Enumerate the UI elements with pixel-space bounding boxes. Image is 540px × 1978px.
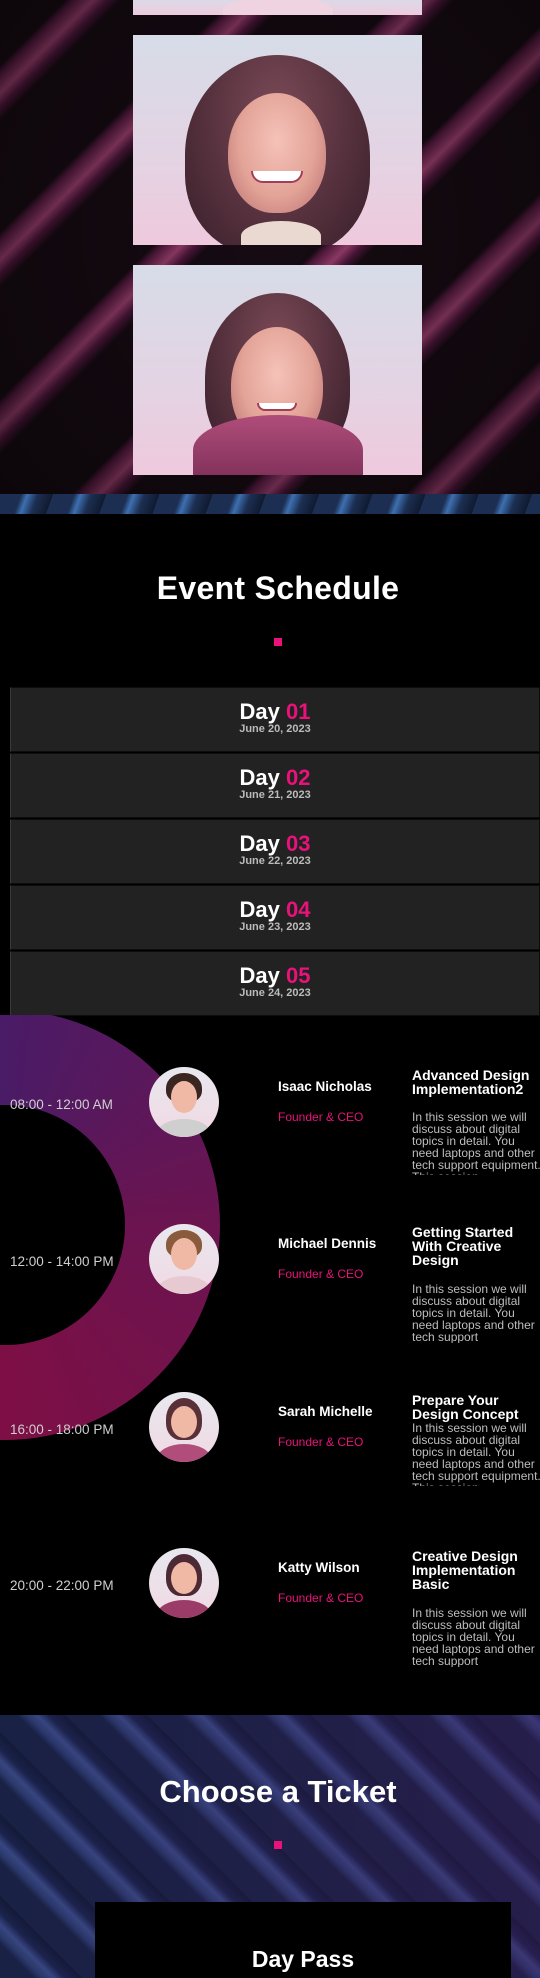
tab-day-02[interactable]: Day 02 June 21, 2023 (10, 753, 540, 818)
day-label: Day (239, 831, 280, 856)
speaker-avatar[interactable] (149, 1067, 219, 1137)
tab-day-04[interactable]: Day 04 June 23, 2023 (10, 885, 540, 950)
session-time: 16:00 - 18:00 PM (10, 1422, 114, 1437)
session-title: Creative Design Implementation Basic (412, 1548, 518, 1592)
speaker-role: Founder & CEO (278, 1435, 364, 1449)
speaker-photo-partial[interactable] (133, 0, 422, 15)
day-number: 02 (286, 765, 311, 790)
day-date: June 20, 2023 (239, 723, 311, 735)
speaker-photo[interactable] (133, 265, 422, 475)
day-date: June 24, 2023 (239, 987, 311, 999)
tickets-section: Choose a Ticket Day Pass (0, 1715, 540, 1978)
day-label: Day (239, 963, 280, 988)
day-number: 01 (286, 699, 311, 724)
speaker-role: Founder & CEO (278, 1591, 364, 1605)
session-description: In this session we will discuss about di… (412, 1283, 535, 1343)
day-label: Day (239, 699, 280, 724)
title-accent-dot (274, 638, 282, 646)
day-number: 05 (286, 963, 311, 988)
speaker-name[interactable]: Isaac Nicholas (278, 1079, 372, 1094)
day-number: 04 (286, 897, 311, 922)
hero-bottom-stripe (0, 494, 540, 514)
speaker-photo[interactable] (133, 35, 422, 245)
speaker-avatar[interactable] (149, 1224, 219, 1294)
day-date: June 22, 2023 (239, 855, 311, 867)
session-row: 16:00 - 18:00 PM Sarah Michelle Founder … (0, 1381, 540, 1511)
speaker-name[interactable]: Sarah Michelle (278, 1404, 373, 1419)
session-title: Advanced Design Implementation2 (412, 1067, 530, 1097)
day-tabs: Day 01 June 20, 2023 Day 02 June 21, 202… (10, 687, 540, 1017)
page: Event Schedule Day 01 June 20, 2023 Day … (0, 0, 540, 1978)
tab-day-05[interactable]: Day 05 June 24, 2023 (10, 951, 540, 1016)
speaker-role: Founder & CEO (278, 1267, 364, 1281)
section-title: Choose a Ticket (159, 1774, 397, 1809)
day-label: Day (239, 897, 280, 922)
title-accent-dot (274, 1841, 282, 1849)
session-title: Getting Started With Creative Design (412, 1224, 514, 1268)
speaker-avatar[interactable] (149, 1548, 219, 1618)
speaker-avatar[interactable] (149, 1392, 219, 1462)
session-row: 20:00 - 22:00 PM Katty Wilson Founder & … (0, 1537, 540, 1667)
session-time: 12:00 - 14:00 PM (10, 1254, 114, 1269)
session-row: 12:00 - 14:00 PM Michael Dennis Founder … (0, 1213, 540, 1343)
tab-day-03[interactable]: Day 03 June 22, 2023 (10, 819, 540, 884)
day-date: June 23, 2023 (239, 921, 311, 933)
day-date: June 21, 2023 (239, 789, 311, 801)
session-time: 08:00 - 12:00 AM (10, 1097, 113, 1112)
day-label: Day (239, 765, 280, 790)
tab-day-01[interactable]: Day 01 June 20, 2023 (10, 687, 540, 752)
speaker-name[interactable]: Katty Wilson (278, 1560, 360, 1575)
session-description: In this session we will discuss about di… (412, 1607, 535, 1667)
session-time: 20:00 - 22:00 PM (10, 1578, 114, 1593)
speakers-section (0, 0, 540, 514)
session-row: 08:00 - 12:00 AM Isaac Nicholas Founder … (0, 1056, 540, 1186)
session-description: In this session we will discuss about di… (412, 1422, 540, 1486)
ticket-name: Day Pass (251, 1946, 355, 1972)
day-number: 03 (286, 831, 311, 856)
speaker-name[interactable]: Michael Dennis (278, 1236, 376, 1251)
ticket-card-day-pass[interactable]: Day Pass (95, 1902, 511, 1978)
session-description: In this session we will discuss about di… (412, 1111, 540, 1175)
section-title: Event Schedule (156, 570, 400, 606)
speaker-role: Founder & CEO (278, 1110, 364, 1124)
session-list: 08:00 - 12:00 AM Isaac Nicholas Founder … (0, 1015, 540, 1715)
session-title: Prepare Your Design Concept (412, 1392, 519, 1422)
